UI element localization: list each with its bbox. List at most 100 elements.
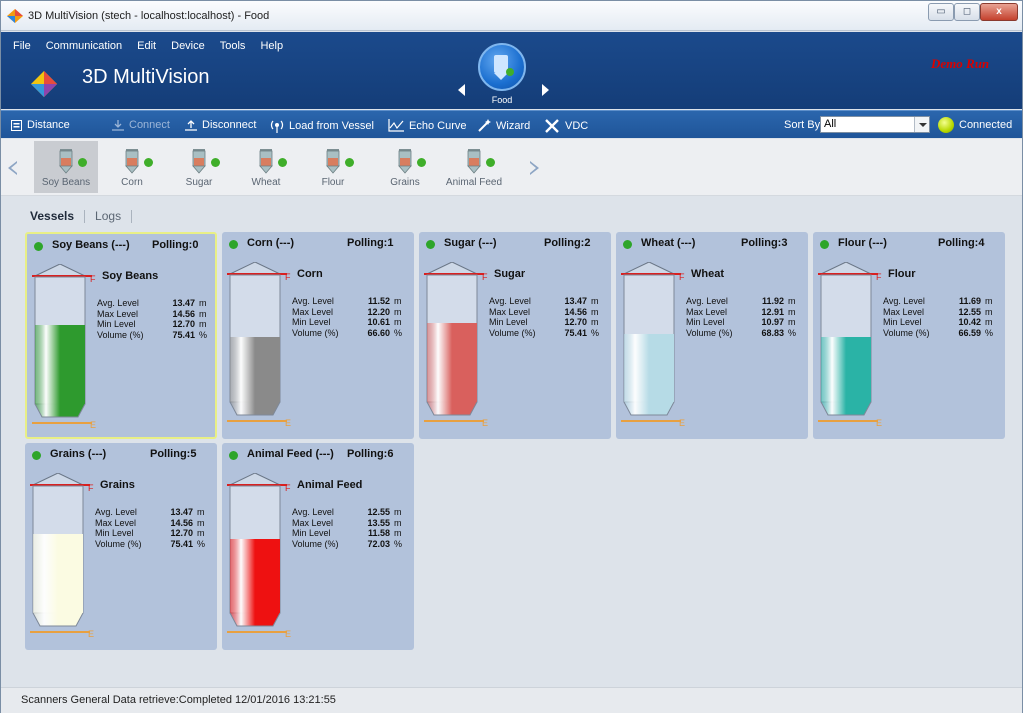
sort-by-value: All bbox=[824, 118, 837, 130]
stat-row: Volume (%) 66.60% bbox=[292, 328, 402, 339]
vessel-header: Grains (---) bbox=[50, 448, 107, 460]
minimize-button[interactable]: ▭ bbox=[928, 3, 954, 21]
full-label: F bbox=[482, 272, 488, 282]
stat-unit: m bbox=[985, 296, 993, 307]
vessel-card[interactable]: Grains (---) Polling:5 F E Grains Avg. Level 1… bbox=[25, 443, 217, 650]
echo-curve-button[interactable]: Echo Curve bbox=[388, 119, 466, 132]
stat-value: 11.58 bbox=[367, 528, 390, 539]
menu-tools[interactable]: Tools bbox=[220, 40, 246, 52]
maximize-button[interactable]: ◻ bbox=[954, 3, 980, 21]
stat-unit: m bbox=[197, 517, 205, 528]
site-label: Food bbox=[491, 95, 513, 105]
stat-row: Min Level 10.61 m bbox=[292, 317, 402, 328]
silo-graphic bbox=[621, 262, 681, 422]
stat-unit: % bbox=[394, 327, 403, 338]
status-dot-icon bbox=[78, 158, 87, 167]
stat-row: Avg. Level 11.52 m bbox=[292, 296, 402, 307]
close-button[interactable]: x bbox=[980, 3, 1018, 21]
sort-by-select[interactable]: All bbox=[820, 116, 930, 133]
stat-row: Max Level 14.56 m bbox=[95, 518, 205, 529]
vessel-strip-item[interactable]: Soy Beans bbox=[34, 141, 98, 193]
tab-logs[interactable]: Logs bbox=[95, 209, 121, 223]
prev-site-arrow-icon[interactable] bbox=[458, 84, 465, 96]
vessel-stats: Avg. Level 12.55 m Max Level 13.55 m Min Level… bbox=[292, 507, 402, 549]
menu-help[interactable]: Help bbox=[260, 40, 283, 52]
tools-icon bbox=[545, 119, 559, 133]
vessel-card[interactable]: Soy Beans (---) Polling:0 F E Soy Beans Avg. … bbox=[25, 232, 217, 439]
stat-unit: m bbox=[394, 317, 402, 328]
vessel-strip-label: Animal Feed bbox=[445, 177, 503, 188]
vessel-card[interactable]: Wheat (---) Polling:3 F E Wheat Avg. Level 11.… bbox=[616, 232, 808, 439]
vessel-strip-label: Wheat bbox=[251, 177, 281, 188]
stat-row: Avg. Level 13.47 m bbox=[489, 296, 599, 307]
silo-graphic bbox=[227, 473, 287, 633]
vessel-strip-label: Corn bbox=[121, 177, 143, 188]
polling-label: Polling:3 bbox=[741, 237, 788, 249]
stat-label: Avg. Level bbox=[883, 296, 925, 307]
stat-label: Volume (%) bbox=[883, 327, 930, 338]
disconnect-button[interactable]: Disconnect bbox=[185, 119, 256, 131]
vessel-card[interactable]: Corn (---) Polling:1 F E Corn Avg. Level 11.52… bbox=[222, 232, 414, 439]
stat-row: Max Level 12.55 m bbox=[883, 307, 993, 318]
connect-button[interactable]: Connect bbox=[112, 119, 170, 131]
menu-file[interactable]: File bbox=[13, 40, 31, 52]
vessel-strip-item[interactable]: Wheat bbox=[234, 141, 298, 193]
stat-value: 11.69 bbox=[958, 296, 981, 307]
menu-communication[interactable]: Communication bbox=[46, 40, 122, 52]
connection-led-icon bbox=[938, 117, 954, 133]
status-dot-icon bbox=[144, 158, 153, 167]
vessel-strip: Soy Beans Corn Sugar Wheat Flour Grains Animal… bbox=[1, 139, 1022, 196]
vessel-card[interactable]: Flour (---) Polling:4 F E Flour Avg. Level 11.… bbox=[813, 232, 1005, 439]
stat-label: Max Level bbox=[292, 517, 334, 528]
status-dot-icon bbox=[34, 242, 43, 251]
stat-label: Max Level bbox=[97, 308, 139, 319]
menu-edit[interactable]: Edit bbox=[137, 40, 156, 52]
polling-label: Polling:5 bbox=[150, 448, 197, 460]
vessel-strip-item[interactable]: Grains bbox=[373, 141, 437, 193]
vessel-strip-item[interactable]: Corn bbox=[100, 141, 164, 193]
vessel-strip-item[interactable]: Sugar bbox=[167, 141, 231, 193]
status-dot-icon bbox=[229, 240, 238, 249]
vessel-strip-item[interactable]: Animal Feed bbox=[442, 141, 506, 193]
vdc-button[interactable]: VDC bbox=[544, 119, 588, 133]
empty-label: E bbox=[285, 629, 292, 639]
vessel-strip-item[interactable]: Flour bbox=[301, 141, 365, 193]
connection-status: Connected bbox=[959, 119, 1013, 131]
fill-level bbox=[230, 337, 280, 415]
tab-vessels[interactable]: Vessels bbox=[30, 209, 74, 223]
app-title: 3D MultiVision bbox=[82, 66, 210, 88]
distance-button[interactable]: Distance bbox=[11, 119, 70, 131]
vessel-stats: Avg. Level 13.47 m Max Level 14.56 m Min Level… bbox=[489, 296, 599, 338]
next-site-arrow-icon[interactable] bbox=[542, 84, 549, 96]
echo-curve-icon bbox=[388, 119, 404, 132]
fill-level bbox=[35, 325, 85, 417]
stat-unit: % bbox=[591, 327, 600, 338]
stat-unit: m bbox=[788, 306, 796, 317]
stat-label: Min Level bbox=[489, 317, 528, 328]
download-icon bbox=[112, 119, 124, 131]
strip-next-arrow-icon[interactable] bbox=[530, 161, 539, 175]
stat-unit: m bbox=[394, 306, 402, 317]
stat-value: 72.03 bbox=[367, 538, 390, 549]
view-tabs: Vessels Logs bbox=[30, 209, 133, 223]
load-from-vessel-label: Load from Vessel bbox=[289, 120, 374, 132]
stat-row: Avg. Level 13.47 m bbox=[95, 507, 205, 518]
full-label: F bbox=[285, 272, 291, 282]
stat-row: Max Level 12.91 m bbox=[686, 307, 796, 318]
stat-unit: m bbox=[197, 507, 205, 518]
site-silo-button[interactable] bbox=[478, 43, 526, 91]
vessel-card[interactable]: Animal Feed (---) Polling:6 F E Animal Feed A… bbox=[222, 443, 414, 650]
vessel-card[interactable]: Sugar (---) Polling:2 F E Sugar Avg. Level 13.… bbox=[419, 232, 611, 439]
status-dot-icon bbox=[486, 158, 495, 167]
app-header: File Communication Edit Device Tools Hel… bbox=[1, 32, 1022, 109]
wizard-button[interactable]: Wizard bbox=[478, 119, 530, 132]
stat-label: Volume (%) bbox=[292, 538, 339, 549]
silo-icon bbox=[398, 149, 412, 174]
strip-prev-arrow-icon[interactable] bbox=[8, 161, 17, 175]
menu-device[interactable]: Device bbox=[171, 40, 205, 52]
stat-row: Min Level 10.42 m bbox=[883, 317, 993, 328]
chevron-down-icon[interactable] bbox=[914, 117, 929, 132]
load-from-vessel-button[interactable]: Load from Vessel bbox=[270, 119, 374, 133]
stat-label: Avg. Level bbox=[292, 507, 334, 518]
toolbar: Distance Connect Disconnect Load from Ve… bbox=[1, 110, 1022, 138]
